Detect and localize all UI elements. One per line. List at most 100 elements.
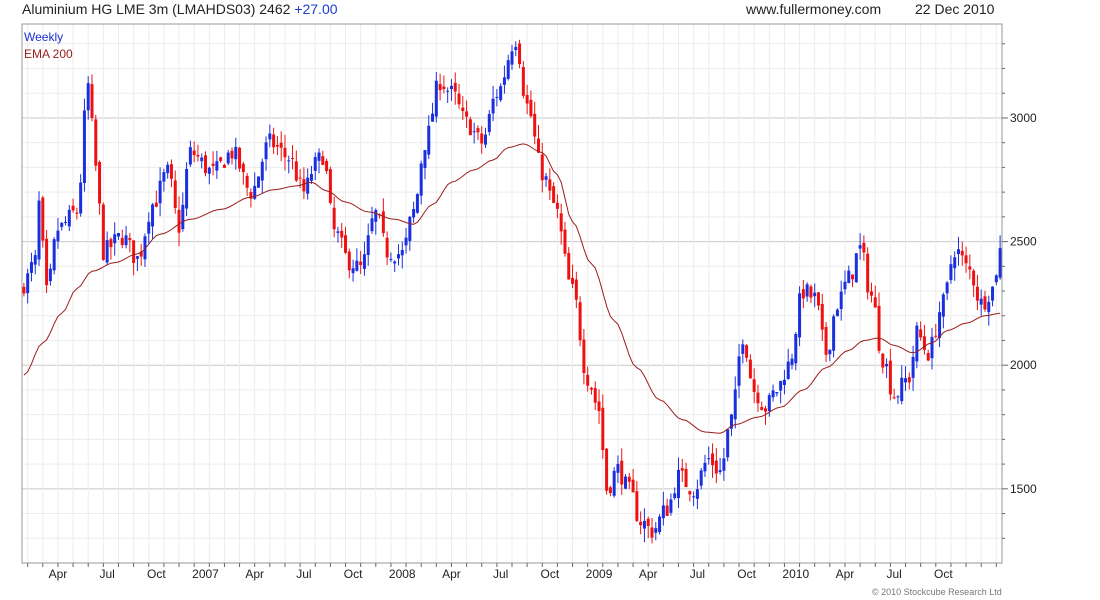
candle-body (506, 60, 510, 79)
candle-body (654, 528, 658, 533)
candle-body (268, 133, 272, 140)
candle-body (760, 407, 764, 410)
candle-body (510, 51, 514, 65)
candle-body (589, 387, 593, 390)
candle-body (578, 302, 582, 341)
candle-body (680, 468, 684, 471)
candle-body (835, 309, 839, 317)
candle-body (771, 390, 775, 398)
candle-body (484, 134, 488, 145)
candle-body (650, 527, 654, 538)
candle-body (404, 237, 408, 246)
candle-body (230, 150, 234, 159)
candle-body (559, 213, 563, 232)
x-tick-label: Oct (934, 567, 953, 581)
candle-body (540, 154, 544, 181)
candle-body (782, 379, 786, 385)
candle-body (790, 358, 794, 365)
candle-body (862, 242, 866, 253)
candle-body (427, 125, 431, 155)
candle-body (567, 253, 571, 280)
candle-body (642, 520, 646, 529)
grid-lines (22, 24, 1002, 563)
candle-body (605, 448, 609, 491)
candle-body (953, 257, 957, 269)
candle-body (635, 491, 639, 521)
candle-body (275, 145, 279, 147)
candle-body (718, 470, 722, 473)
candle-body (370, 218, 374, 232)
candle-body (56, 230, 60, 242)
candle-body (764, 408, 768, 412)
candle-body (166, 164, 170, 174)
candle-body (695, 489, 699, 499)
candle-body (941, 294, 945, 317)
candle-body (945, 282, 949, 294)
copyright-notice: © 2010 Stockcube Research Ltd (872, 587, 1002, 597)
candle-body (177, 209, 181, 233)
candle-body (173, 180, 177, 208)
candle-body (896, 396, 900, 398)
candle-body (302, 179, 306, 192)
candle-body (960, 250, 964, 256)
candle-body (468, 119, 472, 136)
candle-body (839, 291, 843, 309)
candle-body (786, 361, 790, 380)
candle-body (688, 491, 692, 495)
x-tick-label: Apr (245, 567, 264, 581)
legend-weekly: Weekly (24, 30, 63, 44)
candle-body (60, 222, 64, 227)
candle-body (858, 245, 862, 249)
candle-body (128, 237, 132, 241)
candle-body (412, 209, 416, 218)
candle-body (241, 163, 245, 173)
candle-body (798, 293, 802, 338)
candle-body (264, 142, 268, 160)
candle-body (465, 111, 469, 117)
candle-body (362, 254, 366, 269)
candle-body (707, 458, 711, 460)
candle-body (813, 292, 817, 297)
candle-body (998, 248, 1002, 278)
candle-body (866, 253, 870, 293)
legend-ema-200: EMA 200 (24, 47, 73, 61)
x-tick-label: Oct (737, 567, 756, 581)
candle-body (408, 216, 412, 241)
candle-body (601, 407, 605, 451)
candle-body (211, 163, 215, 166)
candle-body (222, 164, 226, 168)
candle-body (438, 84, 442, 91)
x-tick-label: 2007 (192, 567, 219, 581)
candlestick-chart: 1500 2000 2500 3000 Apr Jul Oct 2007 Apr Jul Oct 2… (21, 23, 1037, 581)
candle-body (816, 292, 820, 306)
candle-body (90, 84, 94, 118)
candle-body (752, 379, 756, 392)
candle-body (169, 164, 173, 179)
candle-body (344, 235, 348, 253)
candle-body (434, 80, 438, 117)
candle-body (964, 255, 968, 264)
candle-body (491, 98, 495, 114)
x-tick-label: Jul (493, 567, 508, 581)
x-axis: Apr Jul Oct 2007 Apr Jul Oct 2008 Apr Jul Oct 2009 A… (27, 563, 997, 581)
candle-body (987, 301, 991, 313)
candle-body (658, 516, 662, 533)
candle-body (571, 277, 575, 284)
candle-body (525, 94, 529, 104)
candle-body (309, 174, 313, 181)
candle-body (518, 43, 522, 65)
candle-body (94, 119, 98, 166)
candle-body (48, 268, 52, 282)
candle-body (381, 211, 385, 234)
x-tick-label: Jul (296, 567, 311, 581)
y-tick-label: 1500 (1010, 482, 1037, 496)
candle-body (869, 291, 873, 296)
candle-body (972, 270, 976, 286)
candle-body (41, 197, 45, 241)
candle-body (457, 93, 461, 105)
candle-body (215, 161, 219, 171)
candle-body (374, 210, 378, 222)
candle-body (907, 377, 911, 383)
candle-body (219, 157, 223, 161)
candle-body (181, 204, 185, 230)
